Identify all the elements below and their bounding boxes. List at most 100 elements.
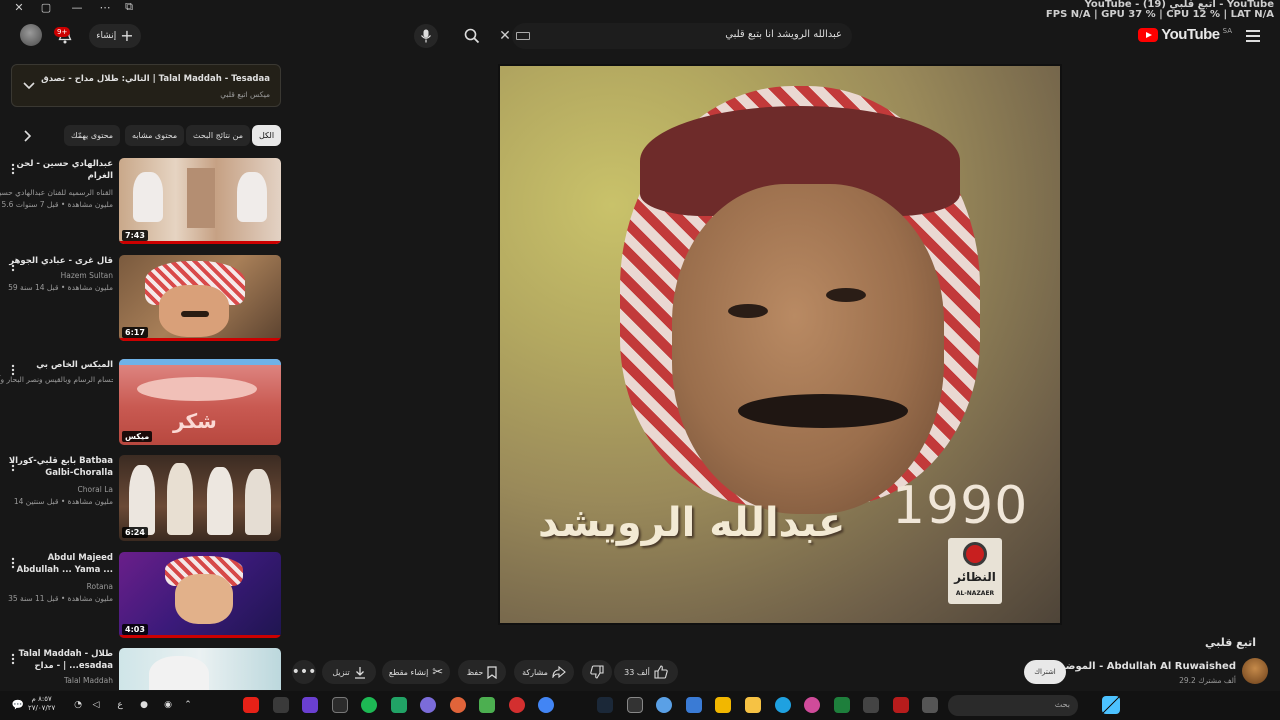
excel-icon[interactable] xyxy=(834,697,850,713)
chevron-down-icon[interactable] xyxy=(22,79,36,93)
spotify-icon[interactable] xyxy=(361,697,377,713)
more-actions-button[interactable]: ••• xyxy=(292,660,316,684)
taskbar-app-icon[interactable] xyxy=(715,697,731,713)
video-title[interactable]: قال غرى - عبادي الجوهر xyxy=(8,255,113,267)
save-button[interactable]: حفظ xyxy=(458,660,506,684)
file-explorer-icon[interactable] xyxy=(745,697,761,713)
mix-playlist-panel[interactable]: التالي: طلال مداح - تصدق | Talal Maddah … xyxy=(11,64,281,107)
keyboard-icon[interactable] xyxy=(516,32,530,40)
taskbar-app-icon[interactable] xyxy=(627,697,643,713)
voice-search-button[interactable] xyxy=(414,24,438,48)
taskbar-app-icon[interactable] xyxy=(922,697,938,713)
video-thumbnail[interactable]: شكر ميكس xyxy=(119,359,281,445)
more-vert-icon[interactable] xyxy=(11,457,19,472)
share-label: مشاركة xyxy=(522,667,548,677)
video-title[interactable]: الميكس الخاص بي xyxy=(8,359,113,371)
list-item[interactable]: 7:43 عبدالهادي حسين - لحن الغرام القناه … xyxy=(0,158,281,248)
channel-avatar[interactable] xyxy=(1242,658,1268,684)
wifi-icon[interactable]: ◔ xyxy=(70,697,86,713)
create-button[interactable]: إنشاء + xyxy=(89,24,141,48)
taskbar-app-icon[interactable] xyxy=(420,697,436,713)
taskbar-app-icon[interactable] xyxy=(479,697,495,713)
video-thumbnail[interactable]: 4:03 xyxy=(119,552,281,638)
video-channel[interactable]: القناه الرسميه للفنان عبدالهادي حسين xyxy=(0,188,113,197)
taskbar-app-icon[interactable] xyxy=(302,697,318,713)
mic-tray-icon[interactable]: ● xyxy=(136,697,152,713)
video-channel[interactable]: Talal Maddah xyxy=(11,676,113,685)
video-thumbnail[interactable]: 6:24 xyxy=(119,455,281,541)
chip-for-you[interactable]: محتوى يهمّك xyxy=(64,125,121,146)
more-vert-icon[interactable] xyxy=(11,650,19,665)
youtube-app-icon[interactable] xyxy=(243,697,259,713)
taskbar-app-icon[interactable] xyxy=(893,697,909,713)
video-thumbnail[interactable]: 7:43 xyxy=(119,158,281,244)
search-button[interactable] xyxy=(456,24,488,48)
label-logo-mark xyxy=(963,542,987,566)
more-vert-icon[interactable] xyxy=(11,160,19,175)
account-avatar[interactable] xyxy=(20,24,42,46)
video-title[interactable]: Talal Maddah - طلال مداح - | ...esadaa xyxy=(11,648,113,672)
taskbar-app-icon[interactable] xyxy=(332,697,348,713)
taskbar-app-icon[interactable] xyxy=(391,697,407,713)
chip-similar[interactable]: محتوى مشابه xyxy=(125,125,185,146)
taskbar-search-box[interactable]: بحث xyxy=(948,695,1078,716)
store-icon[interactable] xyxy=(686,697,702,713)
taskbar-app-icon[interactable] xyxy=(804,697,820,713)
clip-button[interactable]: إنشاء مقطع ✂ xyxy=(382,660,450,684)
more-options-icon[interactable]: ⋯ xyxy=(94,0,116,14)
close-window-button[interactable]: ✕ xyxy=(8,0,30,14)
hamburger-menu-icon[interactable] xyxy=(1246,28,1264,42)
list-item[interactable]: 4:03 Abdul Majeed Abdullah ... Yama ... … xyxy=(8,552,281,642)
speaker-icon[interactable]: ◁ xyxy=(88,697,104,713)
video-channel[interactable]: Hazem Sultan xyxy=(0,271,113,280)
channel-name[interactable]: الموضوع - Abdullah Al Ruwaished xyxy=(1053,661,1236,672)
chrome-icon[interactable] xyxy=(538,697,554,713)
list-item[interactable]: Talal Maddah - طلال مداح - | ...esadaa T… xyxy=(11,648,281,690)
taskbar-app-icon[interactable] xyxy=(509,697,525,713)
chip-from-search[interactable]: من نتائج البحث xyxy=(186,125,251,146)
chip-all[interactable]: الكل xyxy=(252,125,281,146)
input-language-indicator[interactable]: ع xyxy=(112,697,128,713)
tray-app-icon[interactable]: ◉ xyxy=(160,697,176,713)
share-arrow-icon xyxy=(552,666,566,678)
video-title[interactable]: بابع قلبي-كورالا Batbaa Galbi-Choralla xyxy=(8,455,113,479)
like-button[interactable]: 33 ألف xyxy=(614,660,678,684)
clear-search-icon[interactable]: ✕ xyxy=(496,25,514,47)
taskbar-app-icon[interactable] xyxy=(656,697,672,713)
download-button[interactable]: تنزيل xyxy=(322,660,376,684)
video-player[interactable]: 1990 عبدالله الرويشد النظائر AL-NAZAER xyxy=(498,64,1062,625)
video-title[interactable]: عبدالهادي حسين - لحن الغرام xyxy=(8,158,113,182)
download-icon xyxy=(354,666,365,679)
list-item[interactable]: شكر ميكس الميكس الخاص بي حسام الرسام وبا… xyxy=(0,359,281,449)
taskbar-app-icon[interactable] xyxy=(273,697,289,713)
video-title[interactable]: Abdul Majeed Abdullah ... Yama ... xyxy=(8,552,113,576)
more-vert-icon[interactable] xyxy=(11,554,19,569)
steam-icon[interactable] xyxy=(597,697,613,713)
more-vert-icon[interactable] xyxy=(11,257,19,272)
video-thumbnail[interactable]: 6:17 xyxy=(119,255,281,341)
video-channel[interactable]: Rotana xyxy=(0,582,113,591)
subscribe-button[interactable]: اشتراك xyxy=(1024,660,1066,684)
video-channel[interactable]: حسام الرسام وبالقيس ونصر البحار وآل... xyxy=(0,375,113,384)
youtube-logo[interactable]: YouTube SA xyxy=(1138,26,1232,43)
show-hidden-icons[interactable]: ⌃ xyxy=(180,697,196,713)
video-meta: 14 مليون مشاهدة • قبل سنتين xyxy=(13,497,113,506)
search-input[interactable]: عبدالله الرويشد انا بتبع قلبي xyxy=(512,23,852,49)
video-thumbnail[interactable] xyxy=(119,648,281,690)
restore-window-button[interactable]: ▢ xyxy=(35,0,57,14)
video-channel[interactable]: Choral La xyxy=(0,485,113,494)
taskbar-app-icon[interactable] xyxy=(450,697,466,713)
dislike-button[interactable] xyxy=(582,660,612,684)
list-item[interactable]: 6:17 قال غرى - عبادي الجوهر Hazem Sultan… xyxy=(8,255,281,345)
chevron-right-icon[interactable] xyxy=(20,128,34,144)
taskbar-clock[interactable]: ٨:٥٧ م ٢٧/٠٧/٢٧ xyxy=(28,695,55,713)
share-button[interactable]: مشاركة xyxy=(514,660,574,684)
edge-icon[interactable] xyxy=(775,697,791,713)
minimize-window-button[interactable]: — xyxy=(66,0,88,14)
more-vert-icon[interactable] xyxy=(11,361,19,376)
screenshot-icon[interactable]: ⧉ xyxy=(118,0,140,14)
list-item[interactable]: 6:24 بابع قلبي-كورالا Batbaa Galbi-Chora… xyxy=(8,455,281,545)
notification-icon[interactable]: 💬 xyxy=(10,697,26,713)
windows-start-icon[interactable] xyxy=(1102,696,1120,714)
taskbar-app-icon[interactable] xyxy=(863,697,879,713)
